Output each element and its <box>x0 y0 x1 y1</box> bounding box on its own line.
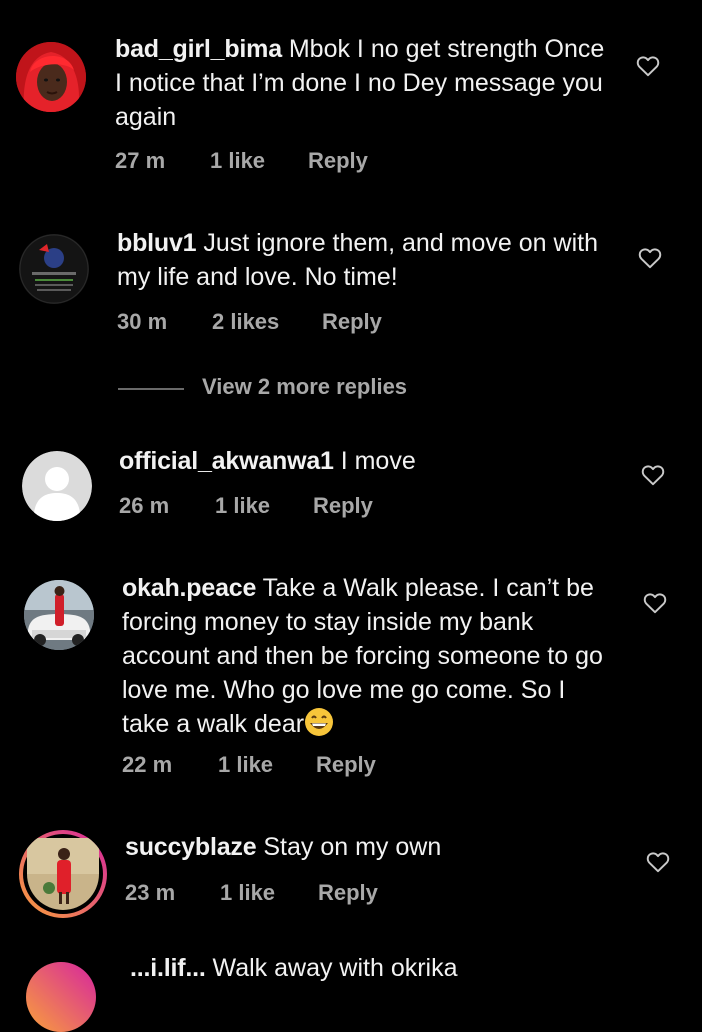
avatar[interactable] <box>24 580 94 650</box>
default-avatar-icon[interactable] <box>22 451 92 521</box>
heart-outline-icon[interactable] <box>635 53 661 79</box>
view-more-replies-label[interactable]: View 2 more replies <box>202 374 407 400</box>
reply-button[interactable]: Reply <box>322 309 382 335</box>
comment-body: official_akwanwa1 I move <box>119 444 609 478</box>
comment-username[interactable]: ...i.lif... <box>130 954 206 982</box>
comment-body: okah.peace Take a Walk please. I can’t b… <box>122 571 612 741</box>
comment-body: succyblaze Stay on my own <box>125 830 615 864</box>
comment-username[interactable]: official_akwanwa1 <box>119 447 334 475</box>
comment-body: ...i.lif... Walk away with okrika <box>130 951 620 985</box>
reply-button[interactable]: Reply <box>308 148 368 174</box>
comment-username[interactable]: bbluv1 <box>117 229 197 257</box>
grinning-face-emoji <box>304 707 334 737</box>
avatar[interactable] <box>19 234 89 304</box>
comment-username[interactable]: succyblaze <box>125 833 257 861</box>
reply-button[interactable]: Reply <box>318 880 378 906</box>
comment-likes[interactable]: 1 like <box>220 880 275 906</box>
comment-time: 22 m <box>122 752 173 777</box>
heart-outline-icon[interactable] <box>637 245 663 271</box>
comment-text: Stay on my own <box>256 833 442 861</box>
comment-likes[interactable]: 1 like <box>210 148 265 174</box>
comment-username[interactable]: bad_girl_bima <box>115 35 282 63</box>
reply-button[interactable]: Reply <box>316 752 376 778</box>
avatar[interactable] <box>26 962 96 1032</box>
reply-button[interactable]: Reply <box>313 493 373 519</box>
comment-text: I move <box>333 447 416 475</box>
comment-likes[interactable]: 1 like <box>218 752 273 778</box>
comment-time: 26 m <box>119 493 170 518</box>
avatar-story-ring[interactable] <box>19 830 107 918</box>
comment-username[interactable]: okah.peace <box>122 574 256 602</box>
heart-outline-icon[interactable] <box>642 590 668 616</box>
comment-body: bbluv1 Just ignore them, and move on wit… <box>117 226 607 294</box>
comment-time: 27 m <box>115 148 166 173</box>
comment-time: 23 m <box>125 880 176 905</box>
comment-likes[interactable]: 1 like <box>215 493 270 519</box>
avatar[interactable] <box>16 42 86 112</box>
comment-time: 30 m <box>117 309 168 334</box>
comment-likes[interactable]: 2 likes <box>212 309 279 335</box>
heart-outline-icon[interactable] <box>640 462 666 488</box>
comment-body: bad_girl_bima Mbok I no get strength Onc… <box>115 32 605 134</box>
heart-outline-icon[interactable] <box>645 849 671 875</box>
divider-line <box>118 388 184 390</box>
comment-text: Walk away with okrika <box>205 954 458 982</box>
